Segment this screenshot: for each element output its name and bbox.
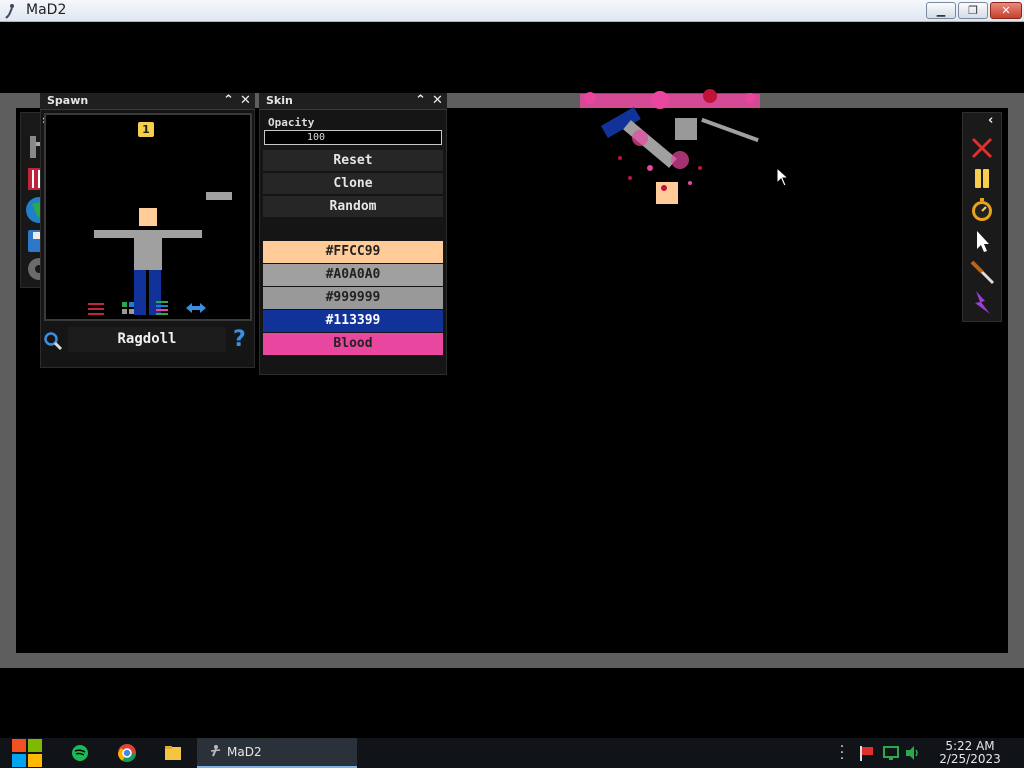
opacity-input[interactable]: 100 xyxy=(264,130,442,145)
window-title: MaD2 xyxy=(26,2,67,18)
restore-button[interactable]: ❐ xyxy=(958,2,988,19)
swatch-blood[interactable]: Blood xyxy=(263,333,443,355)
window-titlebar: MaD2 ▁ ❐ ✕ xyxy=(0,0,1024,22)
skin-panel-title: Skin xyxy=(266,94,293,107)
spawn-panel-header: Spawn ⌃ ✕ xyxy=(40,93,255,110)
volume-icon[interactable] xyxy=(903,743,923,763)
file-explorer-icon[interactable] xyxy=(163,743,183,763)
mad2-task-icon xyxy=(207,744,223,760)
swatch-pants[interactable]: #113399 xyxy=(263,310,443,332)
cursor-icon[interactable] xyxy=(968,227,996,255)
close-x-icon[interactable] xyxy=(968,134,996,162)
app-icon xyxy=(5,4,14,19)
random-button[interactable]: Random xyxy=(263,196,443,217)
spawn-tool-icons xyxy=(88,301,206,315)
taskbar-clock[interactable]: 5:22 AM 2/25/2023 xyxy=(930,740,1010,766)
minimize-button[interactable]: ▁ xyxy=(926,2,956,19)
help-icon[interactable]: ? xyxy=(233,328,251,352)
clone-button[interactable]: Clone xyxy=(263,173,443,194)
stopwatch-icon[interactable] xyxy=(968,196,996,224)
skin-panel-header: Skin ⌃ ✕ xyxy=(259,93,447,110)
network-icon[interactable] xyxy=(881,743,901,763)
swatch-shirt[interactable]: #A0A0A0 xyxy=(263,264,443,286)
chrome-icon[interactable] xyxy=(117,743,137,763)
pause-icon[interactable] xyxy=(968,165,996,193)
start-button[interactable] xyxy=(10,738,44,768)
flag-icon[interactable] xyxy=(857,743,877,763)
spawn-panel-title: Spawn xyxy=(47,94,89,107)
swatch-sleeves[interactable]: #999999 xyxy=(263,287,443,309)
more-icon[interactable]: · · · xyxy=(838,740,846,766)
page-badge: 1 xyxy=(138,122,154,137)
close-window-button[interactable]: ✕ xyxy=(990,2,1022,19)
collapse-icon[interactable]: ⌃ xyxy=(412,93,429,110)
close-icon[interactable]: ✕ xyxy=(429,93,446,110)
opacity-label: Opacity xyxy=(268,116,315,129)
spotify-icon[interactable] xyxy=(70,743,90,763)
taskbar-item-label: MaD2 xyxy=(227,745,262,759)
search-icon[interactable] xyxy=(43,331,63,351)
mouse-cursor-icon xyxy=(776,167,790,187)
lightning-icon[interactable] xyxy=(968,289,996,317)
collapse-icon[interactable]: ⌃ xyxy=(220,93,237,110)
collapse-toolbar-icon[interactable]: ‹ xyxy=(988,113,1000,128)
spawn-grey-bar xyxy=(206,192,232,200)
reset-button[interactable]: Reset xyxy=(263,150,443,171)
selected-spawn-item: Ragdoll xyxy=(68,327,226,352)
clock-date: 2/25/2023 xyxy=(939,752,1001,766)
ragdoll-debris xyxy=(580,89,760,204)
close-icon[interactable]: ✕ xyxy=(237,93,254,110)
knife-icon[interactable] xyxy=(968,258,996,286)
swatch-skin[interactable]: #FFCC99 xyxy=(263,241,443,263)
